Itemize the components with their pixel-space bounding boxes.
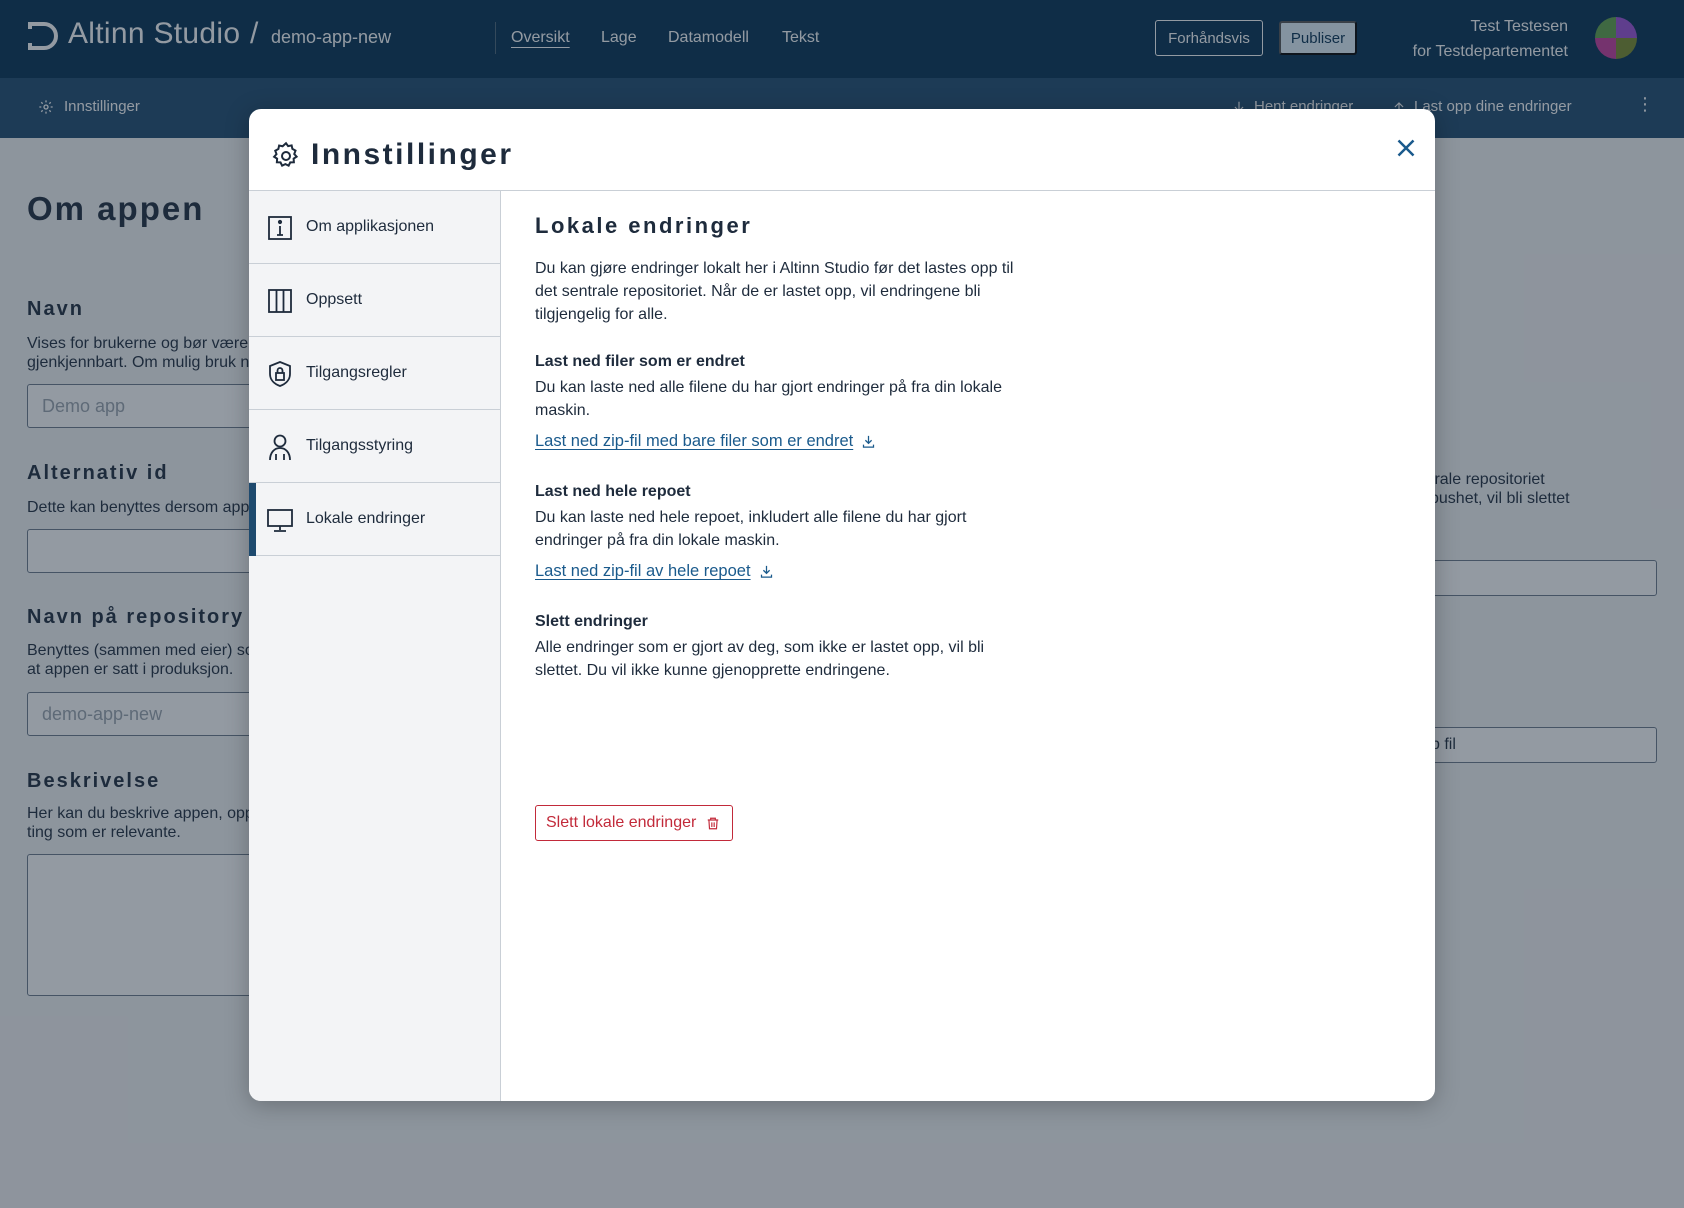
download-repo-text: Du kan laste ned hele repoet, inkludert … [535, 509, 967, 549]
panel-title: Lokale endringer [535, 213, 753, 238]
download-changed-link[interactable]: Last ned zip-fil med bare filer som er e… [535, 432, 876, 451]
close-icon[interactable] [1391, 133, 1421, 163]
nav-item-label: Tilgangsregler [306, 364, 407, 381]
download-icon [760, 565, 772, 578]
nav-item-label: Om applikasjonen [306, 218, 435, 235]
nav-item-access-rules[interactable]: Tilgangsregler [249, 337, 500, 410]
download-repo-link[interactable]: Last ned zip-fil av hele repoet [535, 562, 774, 581]
delete-local-changes-button[interactable]: Slett lokale endringer [535, 805, 734, 841]
download-changed-heading: Last ned filer som er endret [535, 353, 745, 370]
nav-item-about-app[interactable]: Om applikasjonen [249, 191, 500, 264]
trash-icon [708, 817, 719, 829]
download-icon [863, 435, 875, 448]
download-changed-text: Du kan laste ned alle filene du har gjor… [535, 379, 1002, 419]
shield-lock-icon [269, 361, 291, 387]
download-repo-heading: Last ned hele repoet [535, 483, 691, 500]
nav-item-label: Oppsett [306, 291, 363, 308]
active-indicator [249, 483, 256, 556]
delete-changes-text: Alle endringer som er gjort av deg, som … [535, 639, 985, 679]
columns-icon [268, 289, 292, 313]
modal-title: Innstillinger [311, 138, 514, 171]
nav-item-access-control[interactable]: Tilgangsstyring [249, 410, 500, 483]
delete-changes-heading: Slett endringer [535, 613, 648, 630]
nav-item-label: Lokale endringer [306, 510, 426, 527]
monitor-icon [267, 509, 293, 532]
nav-item-local-changes[interactable]: Lokale endringer [249, 483, 500, 556]
download-repo-link-label: Last ned zip-fil av hele repoet [535, 562, 751, 580]
gear-icon [272, 141, 299, 167]
nav-item-setup[interactable]: Oppsett [249, 264, 500, 337]
settings-nav: Om applikasjonen Oppsett Tilgangsregler … [249, 191, 501, 1101]
info-icon [268, 216, 292, 240]
nav-item-label: Tilgangsstyring [306, 437, 414, 454]
delete-button-label: Slett lokale endringer [546, 814, 697, 831]
download-changed-link-label: Last ned zip-fil med bare filer som er e… [535, 432, 854, 450]
settings-modal: Innstillinger Om applikasjonen Oppsett T… [249, 109, 1435, 1101]
modal-header: Innstillinger [249, 109, 1435, 191]
person-icon [269, 434, 291, 461]
intro-text: Du kan gjøre endringer lokalt her i Alti… [535, 260, 1014, 323]
